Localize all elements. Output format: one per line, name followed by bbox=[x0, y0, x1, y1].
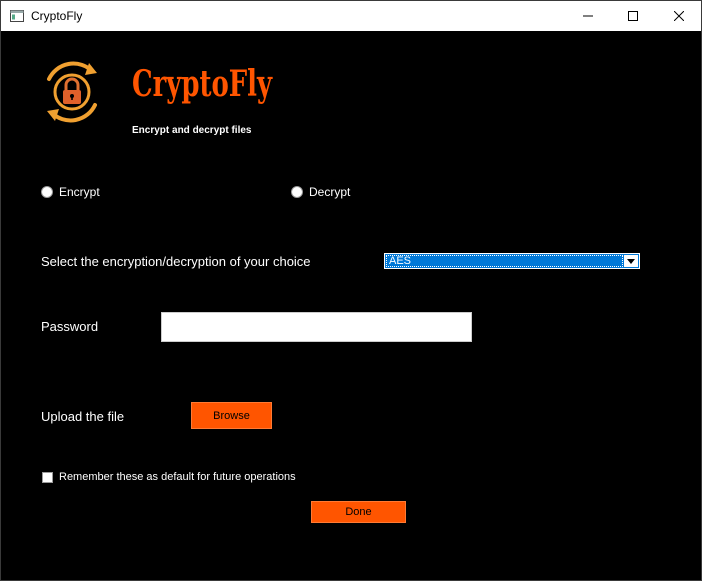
decrypt-radio-label: Decrypt bbox=[309, 185, 351, 199]
maximize-icon bbox=[628, 11, 638, 21]
lock-refresh-icon bbox=[37, 57, 107, 127]
close-button[interactable] bbox=[656, 1, 702, 31]
algorithm-select[interactable]: AES bbox=[384, 253, 640, 269]
maximize-button[interactable] bbox=[610, 1, 656, 31]
radio-indicator[interactable] bbox=[291, 186, 303, 198]
chevron-down-icon[interactable] bbox=[624, 255, 638, 267]
app-window: CryptoFly CryptoFly Encrypt and decrypt … bbox=[0, 0, 702, 581]
algorithm-label: Select the encryption/decryption of your… bbox=[41, 254, 311, 269]
password-label: Password bbox=[41, 319, 99, 334]
password-field[interactable] bbox=[161, 312, 472, 342]
window-title: CryptoFly bbox=[31, 9, 83, 23]
window-app-icon bbox=[10, 9, 24, 22]
algorithm-select-value: AES bbox=[386, 255, 623, 267]
remember-defaults-label: Remember these as default for future ope… bbox=[59, 471, 296, 483]
remember-defaults-checkbox[interactable]: Remember these as default for future ope… bbox=[42, 471, 296, 483]
minimize-icon bbox=[583, 15, 593, 17]
decrypt-radio[interactable]: Decrypt bbox=[291, 185, 350, 199]
browse-button[interactable]: Browse bbox=[191, 402, 272, 429]
main-content: CryptoFly Encrypt and decrypt files Encr… bbox=[1, 31, 701, 581]
encrypt-radio-label: Encrypt bbox=[59, 185, 100, 199]
radio-indicator[interactable] bbox=[41, 186, 53, 198]
done-button[interactable]: Done bbox=[311, 501, 406, 523]
tagline: Encrypt and decrypt files bbox=[132, 125, 252, 136]
brand-title: CryptoFly bbox=[132, 63, 273, 105]
encrypt-radio[interactable]: Encrypt bbox=[41, 185, 100, 199]
close-icon bbox=[674, 11, 684, 21]
checkbox-box[interactable] bbox=[42, 471, 53, 483]
upload-label: Upload the file bbox=[41, 409, 125, 424]
minimize-button[interactable] bbox=[565, 1, 611, 31]
title-bar[interactable]: CryptoFly bbox=[1, 1, 701, 31]
